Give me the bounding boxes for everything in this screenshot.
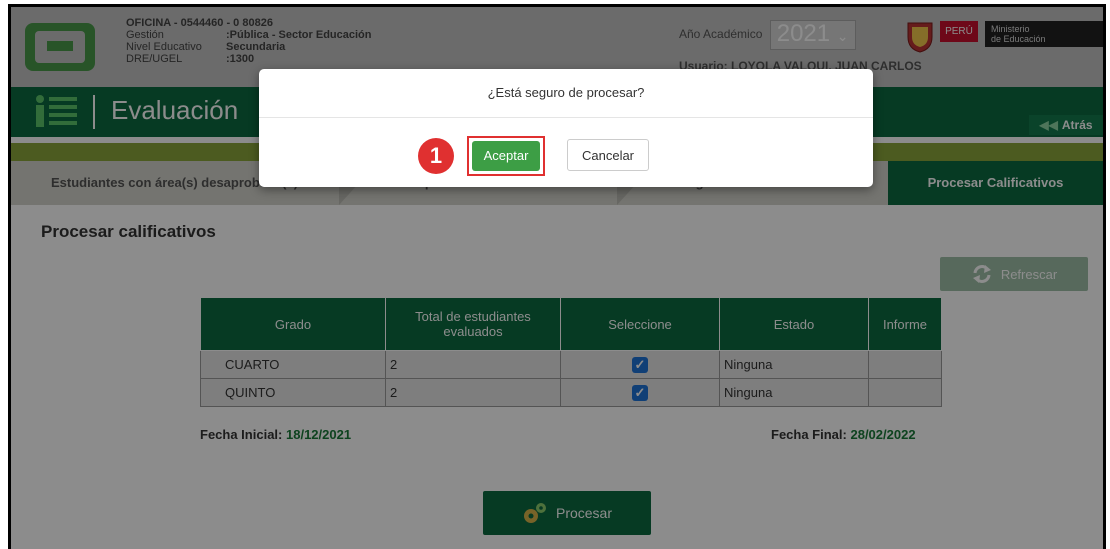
step-number-badge: 1 [418, 138, 454, 174]
confirm-dialog: ¿Está seguro de procesar? 1 Aceptar Canc… [259, 69, 873, 187]
accept-highlight: Aceptar [467, 136, 545, 176]
dialog-question: ¿Está seguro de procesar? [259, 69, 873, 118]
accept-button[interactable]: Aceptar [472, 141, 540, 171]
cancel-button[interactable]: Cancelar [567, 139, 649, 171]
app-frame: OFICINA - 0544460 - 0 80826 Gestión:Públ… [8, 4, 1106, 549]
